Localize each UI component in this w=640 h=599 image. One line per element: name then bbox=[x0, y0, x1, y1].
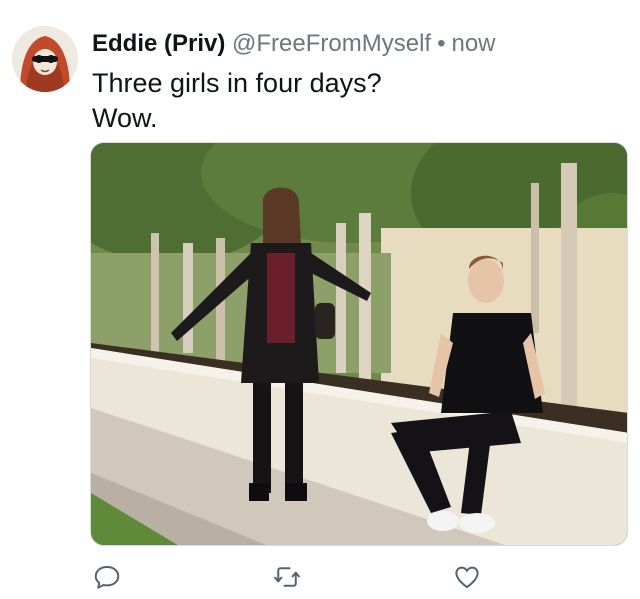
tweet-header: Eddie (Priv) @FreeFromMyself • now bbox=[92, 28, 496, 60]
retweet-button[interactable] bbox=[270, 560, 304, 594]
author-handle[interactable]: @FreeFromMyself bbox=[232, 30, 431, 57]
avatar[interactable] bbox=[12, 26, 78, 92]
like-icon bbox=[455, 566, 479, 588]
tweet: Eddie (Priv) @FreeFromMyself • now Three g… bbox=[0, 0, 640, 599]
tweet-media-image[interactable] bbox=[90, 142, 628, 546]
hooded-figure-avatar-icon bbox=[12, 26, 78, 92]
separator-dot: • bbox=[437, 30, 446, 57]
reply-icon bbox=[94, 566, 120, 589]
tweet-text-line: Three girls in four days? bbox=[92, 68, 382, 98]
photo-icon bbox=[91, 143, 627, 545]
author-name[interactable]: Eddie (Priv) bbox=[92, 30, 225, 57]
timestamp[interactable]: now bbox=[451, 30, 495, 57]
tweet-text: Three girls in four days? Wow. bbox=[92, 66, 382, 136]
tweet-text-line: Wow. bbox=[92, 103, 158, 133]
retweet-icon bbox=[274, 567, 300, 587]
tweet-actions bbox=[0, 560, 640, 594]
reply-button[interactable] bbox=[90, 560, 124, 594]
like-button[interactable] bbox=[450, 560, 484, 594]
